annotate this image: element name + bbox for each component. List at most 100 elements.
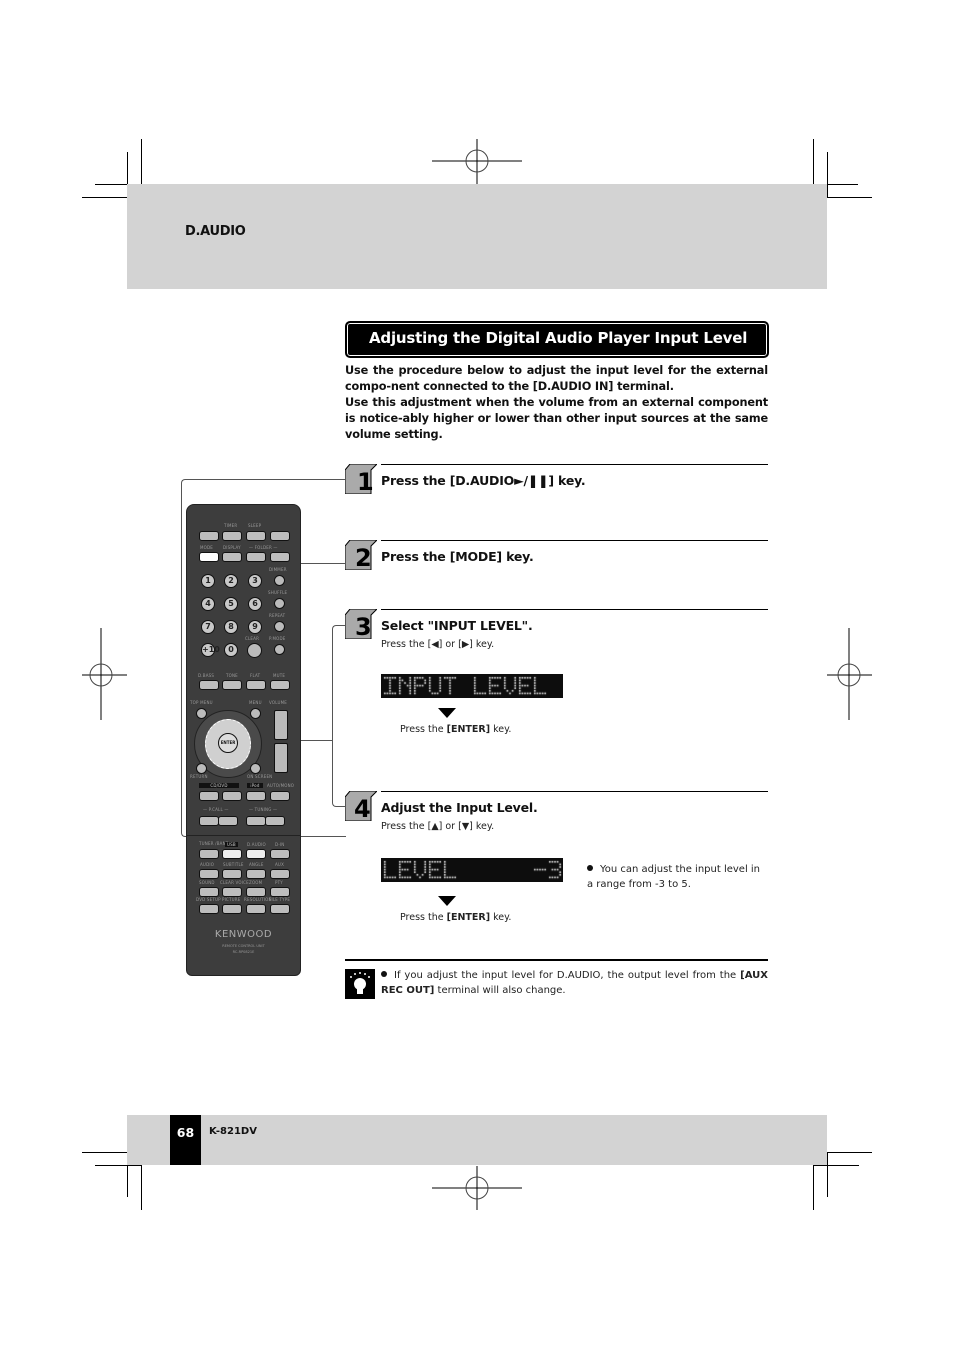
zoom-button[interactable]	[246, 887, 266, 897]
remote-label-ipod: iPod	[247, 783, 263, 788]
aux-button[interactable]	[270, 869, 290, 879]
clear-button[interactable]	[247, 643, 262, 658]
step-4-instruction: Press the [▲] or [▼] key.	[381, 821, 495, 832]
tip-divider	[345, 959, 768, 961]
dimmer-button[interactable]	[274, 575, 285, 586]
folder-prev-button[interactable]	[246, 552, 266, 562]
volume-down-button[interactable]	[274, 743, 288, 773]
file-type-button[interactable]	[270, 904, 290, 914]
clear-voice-button[interactable]	[222, 887, 242, 897]
page-title: Adjusting the Digital Audio Player Input…	[369, 329, 748, 347]
remote-caption: REMOTE CONTROL UNIT	[222, 944, 265, 948]
step-2-title: Press the [MODE] key.	[381, 549, 534, 564]
remote-label-picture: PICTURE	[222, 897, 241, 902]
enter-button[interactable]: ENTER	[218, 733, 238, 753]
remote-label-pmode: P.MODE	[269, 636, 286, 641]
remote-label-audio: AUDIO	[200, 862, 215, 867]
stop-button[interactable]	[222, 791, 242, 801]
digit-button[interactable]: 7	[201, 620, 215, 634]
timer-button[interactable]	[222, 531, 242, 541]
volume-up-button[interactable]	[274, 710, 288, 740]
pty-button[interactable]	[270, 887, 290, 897]
step-divider	[381, 464, 768, 465]
svg-text:3: 3	[355, 613, 372, 639]
remote-label-return: RETURN	[190, 774, 208, 779]
digit-button[interactable]: +10	[201, 643, 220, 657]
remote-label-cddvd: CD/DVD	[199, 783, 239, 788]
power-button[interactable]	[270, 531, 290, 541]
tone-button[interactable]	[222, 680, 242, 690]
shuffle-button[interactable]	[274, 598, 285, 609]
bullet-icon	[587, 865, 593, 871]
digit-button[interactable]: 8	[224, 620, 238, 634]
dvd-setup-button[interactable]	[199, 904, 219, 914]
remote-label-mode: MODE	[200, 545, 214, 550]
remote-label-dbass: D.BASS	[198, 673, 215, 678]
remote-label-display: DISPLAY	[223, 545, 241, 550]
bullet-icon	[381, 971, 387, 977]
lcd-display-input-level	[381, 674, 563, 698]
digit-button[interactable]: 0	[224, 643, 238, 657]
digit-button[interactable]: 4	[201, 597, 215, 611]
display-button[interactable]	[222, 552, 242, 562]
sleep-button[interactable]	[246, 531, 266, 541]
eject-button[interactable]	[199, 531, 219, 541]
remote-label-angle: ANGLE	[249, 862, 264, 867]
tuning-up-button[interactable]	[265, 816, 285, 826]
prev-button[interactable]	[199, 816, 219, 826]
tuner-stop-button[interactable]	[270, 791, 290, 801]
digit-button[interactable]: 3	[248, 574, 262, 588]
tuner-band-button[interactable]	[199, 849, 219, 859]
model-name: K-821DV	[209, 1126, 257, 1137]
intro-text: Use the procedure below to adjust the in…	[345, 363, 768, 443]
step-4-enter-note: Press the [ENTER] key.	[400, 912, 512, 923]
step-2-badge: 2	[345, 540, 377, 570]
digit-button[interactable]: 1	[201, 574, 215, 588]
angle-button[interactable]	[246, 869, 266, 879]
remote-label-dvdsetup: DVD SETUP	[196, 897, 221, 902]
picture-button[interactable]	[222, 904, 242, 914]
resolution-button[interactable]	[246, 904, 266, 914]
remote-label-filetype: FILE TYPE	[269, 897, 291, 902]
return-button[interactable]	[196, 763, 207, 774]
remote-label-sound: SOUND	[199, 880, 215, 885]
mute-button[interactable]	[270, 680, 290, 690]
top-menu-button[interactable]	[196, 708, 207, 719]
pmode-button[interactable]	[274, 644, 285, 655]
audio-button[interactable]	[199, 869, 219, 879]
next-button[interactable]	[218, 816, 238, 826]
daudio-button[interactable]	[246, 849, 266, 859]
d-in-button[interactable]	[270, 849, 290, 859]
digit-button[interactable]: 5	[224, 597, 238, 611]
subtitle-button[interactable]	[222, 869, 242, 879]
folder-next-button[interactable]	[270, 552, 290, 562]
connector-step3-4	[332, 625, 346, 807]
remote-model: RC-RP0821E	[232, 950, 255, 954]
menu-button[interactable]	[250, 708, 261, 719]
step-3-badge: 3	[345, 609, 377, 639]
flat-button[interactable]	[246, 680, 266, 690]
play-button[interactable]	[199, 791, 219, 801]
digit-button[interactable]: 6	[248, 597, 262, 611]
digit-button[interactable]: 9	[248, 620, 262, 634]
sound-button[interactable]	[199, 887, 219, 897]
remote-label-dimmer: DIMMER	[269, 567, 287, 572]
tuning-down-button[interactable]	[246, 816, 266, 826]
usb-button[interactable]	[222, 849, 242, 859]
repeat-button[interactable]	[274, 621, 285, 632]
digit-button[interactable]: 2	[224, 574, 238, 588]
play-pause-button[interactable]	[246, 791, 266, 801]
on-screen-button[interactable]	[250, 763, 261, 774]
step-4-title: Adjust the Input Level.	[381, 800, 538, 815]
down-arrow-icon	[438, 708, 456, 718]
dbass-button[interactable]	[199, 680, 219, 690]
step-divider	[381, 609, 768, 610]
mode-button[interactable]	[199, 552, 219, 562]
step-4-badge: 4	[345, 791, 377, 821]
remote-label-clearvoice: CLEAR VOICE	[220, 880, 249, 885]
section-label: D.AUDIO	[185, 224, 246, 239]
tip-text: If you adjust the input level for D.AUDI…	[381, 970, 768, 996]
down-arrow-icon	[438, 896, 456, 906]
remote-label-din: D-IN	[275, 842, 285, 847]
intro-p1-end: terminal.	[613, 380, 674, 393]
